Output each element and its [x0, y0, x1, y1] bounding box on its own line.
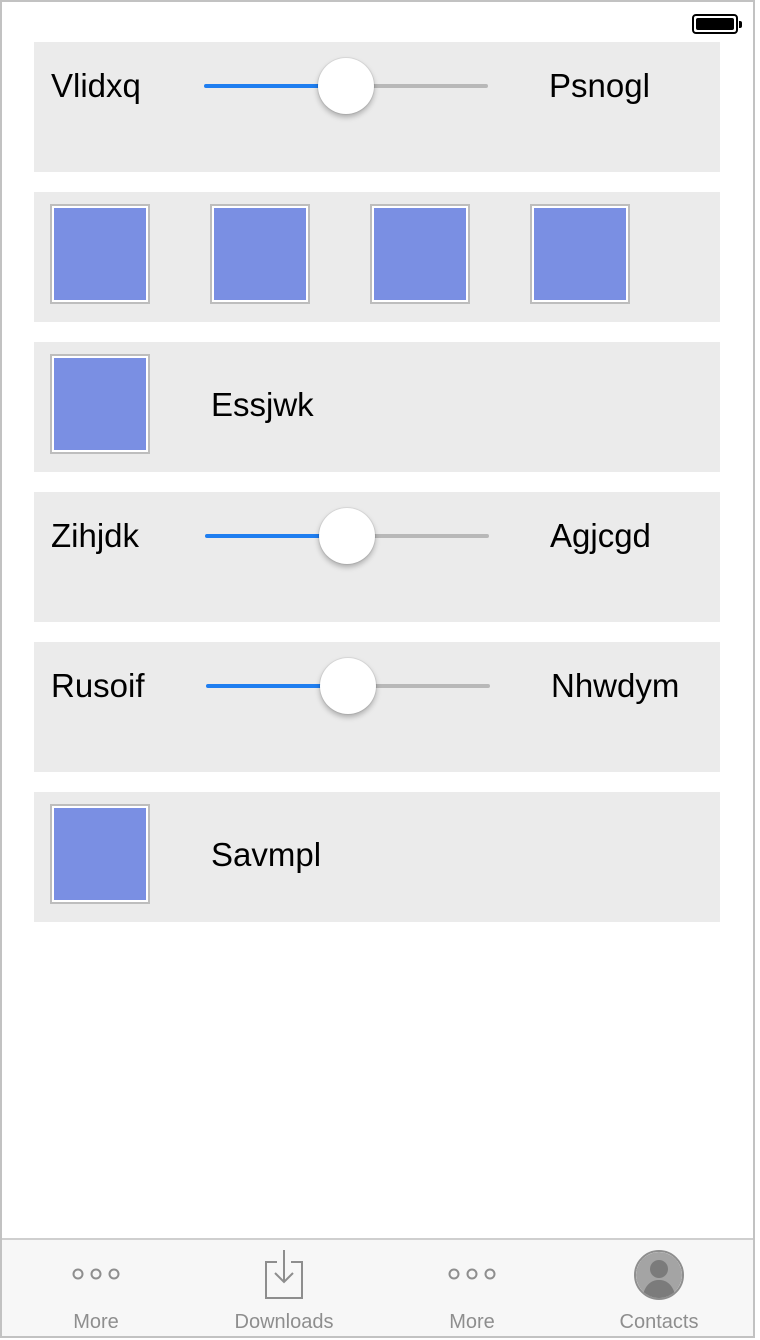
color-swatch[interactable]	[50, 204, 150, 304]
tab-label: Downloads	[234, 1311, 334, 1333]
slider-thumb[interactable]	[320, 658, 376, 714]
tab-label: More	[449, 1311, 495, 1333]
tab-label: Contacts	[619, 1311, 699, 1333]
color-swatch[interactable]	[50, 804, 150, 904]
row-label: Savmpl	[211, 836, 322, 873]
color-swatch[interactable]	[370, 204, 470, 304]
tab-contacts[interactable]: Contacts	[565, 1240, 753, 1336]
row-label: Essjwk	[211, 386, 314, 423]
slider[interactable]	[204, 56, 488, 116]
tab-bar: More Downloads More Contacts	[2, 1238, 753, 1336]
slider-min-label: Rusoif	[51, 667, 145, 704]
color-swatch[interactable]	[50, 354, 150, 454]
swatch-label-row-essjwk[interactable]: Essjwk	[34, 342, 720, 472]
slider-row-zihjdk: Zihjdk Agjcgd	[34, 492, 720, 622]
app-screen: Vlidxq Psnogl Essjwk Zihjdk Agjcgd Rusoi…	[0, 0, 755, 1338]
battery-full-icon	[692, 14, 742, 34]
tab-more-1[interactable]: More	[2, 1240, 190, 1336]
tab-more-2[interactable]: More	[378, 1240, 566, 1336]
color-swatch[interactable]	[210, 204, 310, 304]
slider-thumb[interactable]	[319, 508, 375, 564]
swatch-label-row-savmpl[interactable]: Savmpl	[34, 792, 720, 922]
slider[interactable]	[205, 506, 489, 566]
swatch-grid-row	[34, 192, 720, 322]
more-icon	[72, 1268, 120, 1280]
slider-row-vlidxq: Vlidxq Psnogl	[34, 42, 720, 172]
slider-max-label: Psnogl	[549, 67, 650, 104]
more-icon	[448, 1268, 496, 1280]
color-swatch[interactable]	[530, 204, 630, 304]
tab-label: More	[73, 1311, 119, 1333]
slider[interactable]	[206, 656, 490, 716]
slider-min-label: Vlidxq	[51, 67, 141, 104]
slider-row-rusoif: Rusoif Nhwdym	[34, 642, 720, 772]
slider-min-label: Zihjdk	[51, 517, 140, 554]
downloads-icon	[265, 1250, 303, 1299]
tab-downloads[interactable]: Downloads	[190, 1240, 378, 1336]
contacts-icon	[634, 1250, 684, 1300]
slider-max-label: Agjcgd	[550, 517, 651, 554]
slider-max-label: Nhwdym	[551, 667, 680, 704]
slider-thumb[interactable]	[318, 58, 374, 114]
